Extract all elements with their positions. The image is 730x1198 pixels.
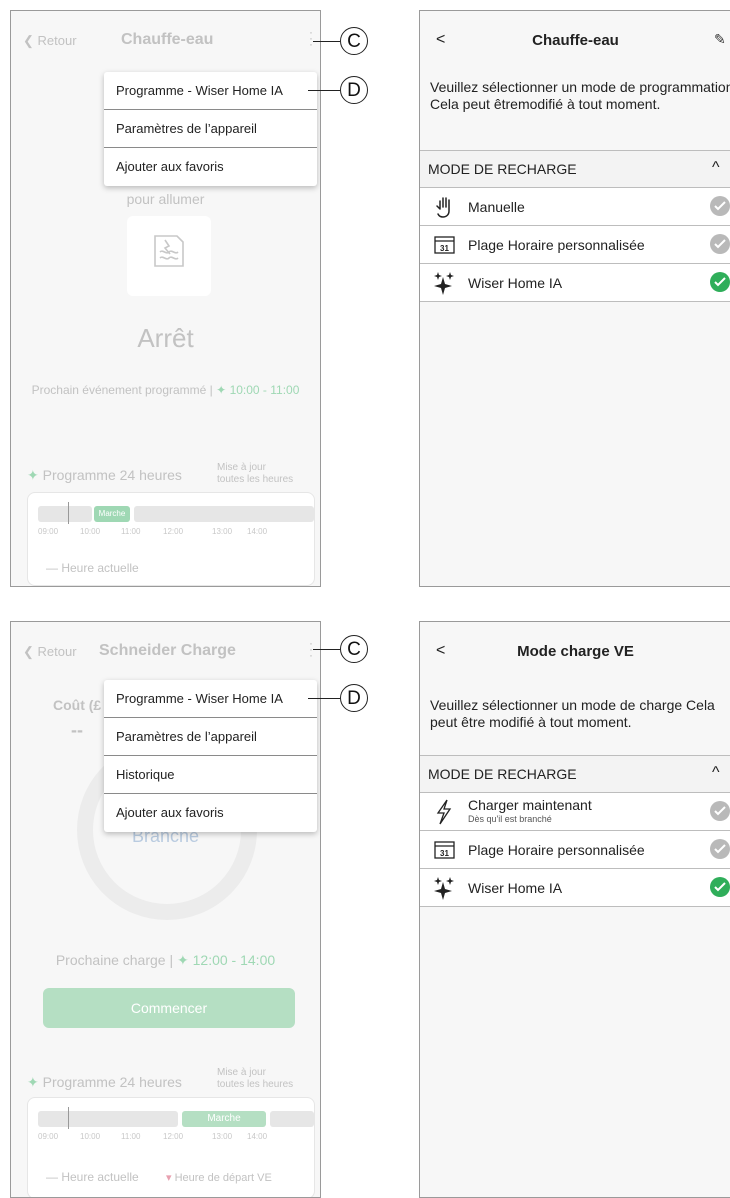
check-icon xyxy=(710,196,730,216)
context-menu: Programme - Wiser Home IA Paramètres de … xyxy=(104,72,317,186)
menu-item-history[interactable]: Historique xyxy=(104,756,317,794)
description: Veuillez sélectionner un mode de charge … xyxy=(430,697,715,730)
current-time-marker xyxy=(68,502,69,524)
sparkle-icon: ✦ xyxy=(177,952,189,968)
sparkle-icon: ✦ xyxy=(27,467,39,483)
context-menu: Programme - Wiser Home IA Paramètres de … xyxy=(104,680,317,832)
menu-item-add-favorites[interactable]: Ajouter aux favoris xyxy=(104,148,317,186)
check-icon xyxy=(710,272,730,292)
callout-d: D xyxy=(340,684,368,712)
sparkle-icon: ✦ xyxy=(216,383,227,397)
sparkle-icon xyxy=(434,877,454,900)
legend-current-time: — Heure actuelle xyxy=(46,1170,139,1184)
start-button[interactable]: Commencer xyxy=(43,988,295,1028)
page-title: Chauffe-eau xyxy=(121,31,214,48)
option-row-custom-schedule[interactable]: 31 Plage Horaire personnalisée xyxy=(420,831,730,869)
timeline-bar xyxy=(134,506,314,522)
sparkle-icon xyxy=(434,272,454,295)
option-row-custom-schedule[interactable]: 31 Plage Horaire personnalisée xyxy=(420,226,730,264)
schedule-card: Marche 09:00 10:00 11:00 12:00 13:00 14:… xyxy=(27,492,315,586)
next-event: Prochain événement programmé | ✦ 10:00 -… xyxy=(31,383,300,397)
svg-text:31: 31 xyxy=(440,849,449,858)
schedule-title: ✦ Programme 24 heures xyxy=(27,1074,182,1090)
timeline-bar xyxy=(38,1111,178,1127)
check-icon xyxy=(710,801,730,821)
cost-value: -- xyxy=(71,720,83,740)
schedule-title: ✦ Programme 24 heures xyxy=(27,467,182,483)
lightning-icon xyxy=(436,799,452,825)
section-header[interactable]: MODE DE RECHARGE ^ xyxy=(420,150,730,188)
callout-c: C xyxy=(340,27,368,55)
callout-d: D xyxy=(340,76,368,104)
callout-line-c xyxy=(313,649,340,650)
current-time-marker xyxy=(68,1107,69,1129)
water-heater-tile[interactable] xyxy=(127,216,211,296)
sparkle-icon: ✦ xyxy=(27,1074,39,1090)
description: Veuillez sélectionner un mode de program… xyxy=(430,79,730,112)
option-row-wiser-ai[interactable]: Wiser Home IA xyxy=(420,869,730,907)
panel-chauffe-eau-menu: ❮ Retour Chauffe-eau · · · Programme - Wis… xyxy=(10,10,321,587)
check-icon xyxy=(710,839,730,859)
chevron-left-icon: ❮ xyxy=(23,644,34,659)
option-row-wiser-ai[interactable]: Wiser Home IA xyxy=(420,264,730,302)
calendar-icon: 31 xyxy=(434,841,455,859)
more-menu-icon[interactable]: · · · xyxy=(309,26,313,50)
svg-text:31: 31 xyxy=(440,244,449,253)
hand-icon xyxy=(436,197,450,218)
update-note: Mise à jour toutes les heures xyxy=(217,462,294,485)
on-segment: Marche xyxy=(182,1111,266,1127)
callout-line-d xyxy=(308,698,340,699)
update-note: Mise à jour toutes les heures xyxy=(217,1067,294,1090)
panel-ev-charge-mode: < Mode charge VE Veuillez sélectionner u… xyxy=(419,621,730,1198)
check-icon xyxy=(710,877,730,897)
chevron-up-icon: ^ xyxy=(712,159,720,176)
option-row-charge-now[interactable]: Charger maintenant Dès qu'il est branché xyxy=(420,793,730,831)
chevron-up-icon: ^ xyxy=(712,764,720,781)
cost-label: Coût (£ xyxy=(53,697,102,713)
section-header[interactable]: MODE DE RECHARGE ^ xyxy=(420,755,730,793)
menu-item-programme[interactable]: Programme - Wiser Home IA xyxy=(104,680,317,718)
callout-c: C xyxy=(340,635,368,663)
edit-pencil-icon[interactable]: ✎ xyxy=(714,31,726,48)
menu-item-device-settings[interactable]: Paramètres de l’appareil xyxy=(104,718,317,756)
check-icon xyxy=(710,234,730,254)
water-heater-icon xyxy=(154,235,184,267)
page-title: Chauffe-eau xyxy=(532,32,619,49)
legend-departure: ▾ Heure de départ VE xyxy=(166,1172,272,1184)
triangle-down-icon: ▾ xyxy=(166,1172,172,1184)
on-segment: Marche xyxy=(94,506,130,522)
timeline-bar xyxy=(270,1111,314,1127)
page-title: Mode charge VE xyxy=(517,643,634,660)
calendar-icon: 31 xyxy=(434,236,455,254)
back-button[interactable]: ❮ Retour xyxy=(23,33,77,49)
page-title: Schneider Charge xyxy=(99,642,236,659)
callout-line-c xyxy=(313,41,340,42)
menu-item-add-favorites[interactable]: Ajouter aux favoris xyxy=(104,794,317,832)
next-charge: Prochaine charge | ✦ 12:00 - 14:00 xyxy=(55,952,276,968)
back-button[interactable]: ❮ Retour xyxy=(23,644,77,660)
timeline-bar xyxy=(38,506,92,522)
panel-schneider-charge-menu: ❮ Retour Schneider Charge · · · Coût (£ --… xyxy=(10,621,321,1198)
schedule-card: Marche 09:00 10:00 11:00 12:00 13:00 14:… xyxy=(27,1097,315,1197)
legend-current-time: — Heure actuelle xyxy=(46,561,139,575)
menu-item-programme[interactable]: Programme - Wiser Home IA xyxy=(104,72,317,110)
state-text: Arrêt xyxy=(137,323,194,353)
menu-item-device-settings[interactable]: Paramètres de l’appareil xyxy=(104,110,317,148)
option-row-manual[interactable]: Manuelle xyxy=(420,188,730,226)
chevron-left-icon: ❮ xyxy=(23,33,34,48)
panel-chauffe-eau-mode: < Chauffe-eau ✎ Veuillez sélectionner un… xyxy=(419,10,730,587)
callout-line-d xyxy=(308,90,340,91)
hint-text: pour allumer xyxy=(126,191,205,207)
